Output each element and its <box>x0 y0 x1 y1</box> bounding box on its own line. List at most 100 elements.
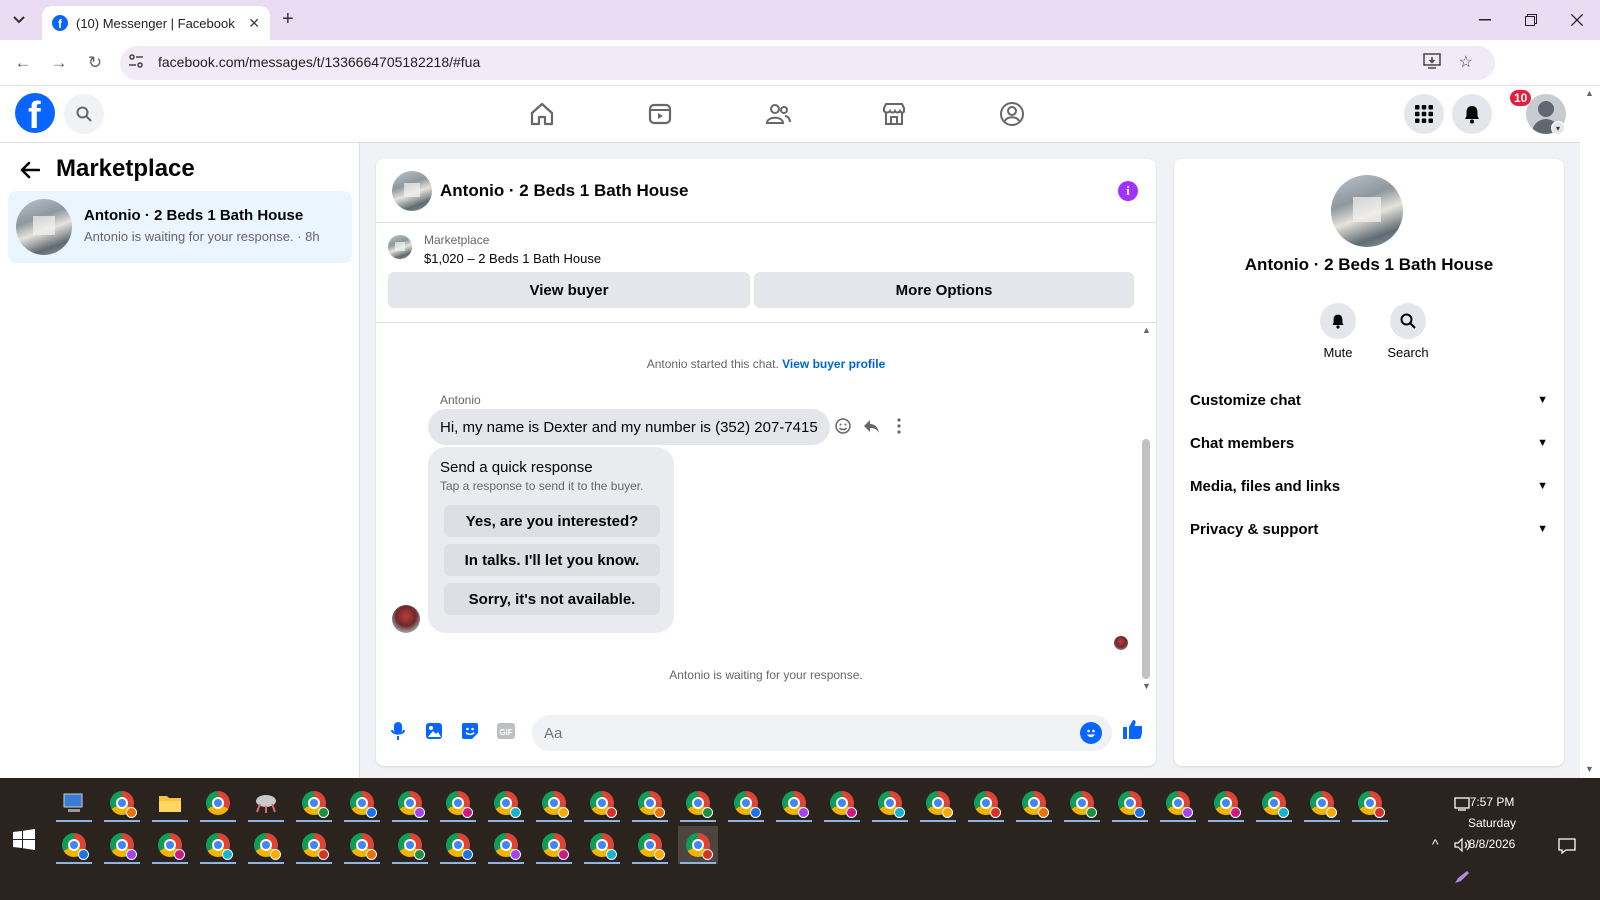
close-window-icon[interactable] <box>1554 0 1600 40</box>
chrome-profile-app-icon[interactable] <box>966 784 1006 822</box>
details-listing-thumbnail[interactable] <box>1331 175 1403 247</box>
bookmark-star-icon[interactable]: ☆ <box>1459 52 1473 72</box>
reply-icon[interactable] <box>862 417 880 435</box>
address-bar[interactable]: facebook.com/messages/t/1336664705182218… <box>120 46 1495 80</box>
chrome-profile-app-icon[interactable] <box>1350 784 1390 822</box>
browser-tab[interactable]: f (10) Messenger | Facebook ✕ <box>42 6 270 40</box>
message-input[interactable] <box>544 715 1044 751</box>
chrome-profile-app-icon[interactable] <box>582 784 622 822</box>
chrome-profile-app-icon[interactable] <box>582 826 622 864</box>
chrome-profile-app-icon[interactable] <box>870 784 910 822</box>
page-scrollbar[interactable]: ▲ ▼ <box>1580 86 1600 778</box>
page-scroll-down-icon[interactable]: ▼ <box>1585 764 1594 774</box>
chrome-profile-app-icon[interactable] <box>1014 784 1054 822</box>
chrome-profile-app-icon[interactable] <box>1254 784 1294 822</box>
reload-icon[interactable]: ↻ <box>84 52 106 74</box>
windows-start-icon[interactable] <box>12 828 36 852</box>
chrome-profile-app-icon[interactable] <box>774 784 814 822</box>
page-scroll-up-icon[interactable]: ▲ <box>1585 88 1594 98</box>
chrome-profile-app-icon[interactable] <box>150 826 190 864</box>
facebook-search-button[interactable] <box>64 94 104 134</box>
microphone-icon[interactable] <box>388 721 408 741</box>
chrome-profile-app-icon[interactable] <box>294 784 334 822</box>
sticker-icon[interactable] <box>460 721 480 741</box>
message-bubble[interactable]: Hi, my name is Dexter and my number is (… <box>428 409 830 445</box>
chrome-profile-app-icon[interactable] <box>726 784 766 822</box>
more-actions-icon[interactable] <box>890 417 908 435</box>
home-icon[interactable] <box>528 100 556 128</box>
minimize-icon[interactable] <box>1462 0 1508 40</box>
chat-listing-thumbnail[interactable] <box>392 171 432 211</box>
system-clock[interactable]: 7:57 PM Saturday 8/8/2026 <box>1452 792 1532 855</box>
tray-expand-icon[interactable]: ^ <box>1432 836 1439 852</box>
back-icon[interactable]: ← <box>12 52 34 74</box>
back-arrow-icon[interactable] <box>20 159 41 185</box>
menu-grid-button[interactable] <box>1404 94 1444 134</box>
chrome-profile-app-icon[interactable] <box>438 826 478 864</box>
chrome-profile-app-icon[interactable] <box>1110 784 1150 822</box>
file-explorer-app-icon[interactable] <box>150 784 190 822</box>
friends-icon[interactable] <box>764 100 792 128</box>
quick-response-in-talks-button[interactable]: In talks. I'll let you know. <box>444 544 660 576</box>
quick-response-yes-button[interactable]: Yes, are you interested? <box>444 505 660 537</box>
close-tab-icon[interactable]: ✕ <box>248 15 260 32</box>
facebook-logo-icon[interactable]: f <box>15 93 55 133</box>
chrome-profile-app-icon[interactable] <box>198 826 238 864</box>
notifications-button[interactable] <box>1452 94 1492 134</box>
chrome-profile-app-icon[interactable] <box>534 826 574 864</box>
chrome-profile-app-icon[interactable] <box>438 784 478 822</box>
chrome-profile-app-icon[interactable] <box>102 784 142 822</box>
mute-button[interactable]: Mute <box>1308 303 1368 360</box>
marketplace-icon[interactable] <box>880 100 908 128</box>
chrome-profile-app-icon[interactable] <box>822 784 862 822</box>
emoji-icon[interactable] <box>1080 722 1102 744</box>
tab-search-dropdown[interactable] <box>8 9 30 31</box>
photo-icon[interactable] <box>424 721 444 741</box>
chrome-profile-app-icon[interactable] <box>342 784 382 822</box>
chrome-profile-app-icon[interactable] <box>390 784 430 822</box>
video-icon[interactable] <box>646 100 674 128</box>
react-emoji-icon[interactable] <box>834 417 852 435</box>
pen-icon[interactable] <box>1454 870 1470 884</box>
notification-center-icon[interactable] <box>1558 838 1576 854</box>
chrome-app-icon[interactable] <box>198 784 238 822</box>
chrome-profile-app-icon[interactable] <box>678 784 718 822</box>
chrome-profile-app-icon[interactable] <box>54 826 94 864</box>
info-icon[interactable]: i <box>1118 181 1138 201</box>
view-buyer-profile-link[interactable]: View buyer profile <box>782 357 885 371</box>
chrome-profile-app-icon[interactable] <box>486 826 526 864</box>
chrome-profile-app-icon[interactable] <box>678 826 718 864</box>
chrome-profile-app-icon[interactable] <box>1062 784 1102 822</box>
view-buyer-button[interactable]: View buyer <box>388 272 750 308</box>
gaming-icon[interactable] <box>998 100 1026 128</box>
section-customize-chat[interactable]: Customize chat ▼ <box>1190 380 1548 420</box>
thumbs-up-icon[interactable] <box>1122 719 1142 739</box>
chat-scrollbar[interactable]: ▲ ▼ <box>1140 323 1152 693</box>
scroll-down-icon[interactable]: ▼ <box>1142 681 1151 691</box>
account-chevron-icon[interactable]: ▾ <box>1551 121 1565 135</box>
new-tab-button[interactable]: + <box>282 8 294 31</box>
forward-icon[interactable]: → <box>48 52 70 74</box>
chat-title[interactable]: Antonio · 2 Beds 1 Bath House <box>440 181 688 201</box>
quick-response-not-available-button[interactable]: Sorry, it's not available. <box>444 583 660 615</box>
search-in-chat-button[interactable]: Search <box>1378 303 1438 360</box>
scroll-thumb[interactable] <box>1142 439 1150 679</box>
chrome-profile-app-icon[interactable] <box>630 826 670 864</box>
chrome-profile-app-icon[interactable] <box>1158 784 1198 822</box>
more-options-button[interactable]: More Options <box>754 272 1134 308</box>
conversation-item[interactable]: Antonio · 2 Beds 1 Bath House Antonio is… <box>8 191 352 263</box>
this-pc-app-icon[interactable] <box>54 784 94 822</box>
chrome-profile-app-icon[interactable] <box>630 784 670 822</box>
chrome-profile-app-icon[interactable] <box>246 826 286 864</box>
url-text[interactable]: facebook.com/messages/t/1336664705182218… <box>158 54 480 70</box>
chrome-profile-app-icon[interactable] <box>534 784 574 822</box>
section-chat-members[interactable]: Chat members ▼ <box>1190 423 1548 463</box>
chrome-profile-app-icon[interactable] <box>1302 784 1342 822</box>
site-info-icon[interactable] <box>128 54 144 71</box>
chrome-profile-app-icon[interactable] <box>102 826 142 864</box>
section-privacy-support[interactable]: Privacy & support ▼ <box>1190 509 1548 549</box>
install-app-icon[interactable] <box>1423 53 1441 73</box>
scroll-up-icon[interactable]: ▲ <box>1142 325 1151 335</box>
chrome-profile-app-icon[interactable] <box>1206 784 1246 822</box>
gif-icon[interactable]: GIF <box>496 721 516 741</box>
